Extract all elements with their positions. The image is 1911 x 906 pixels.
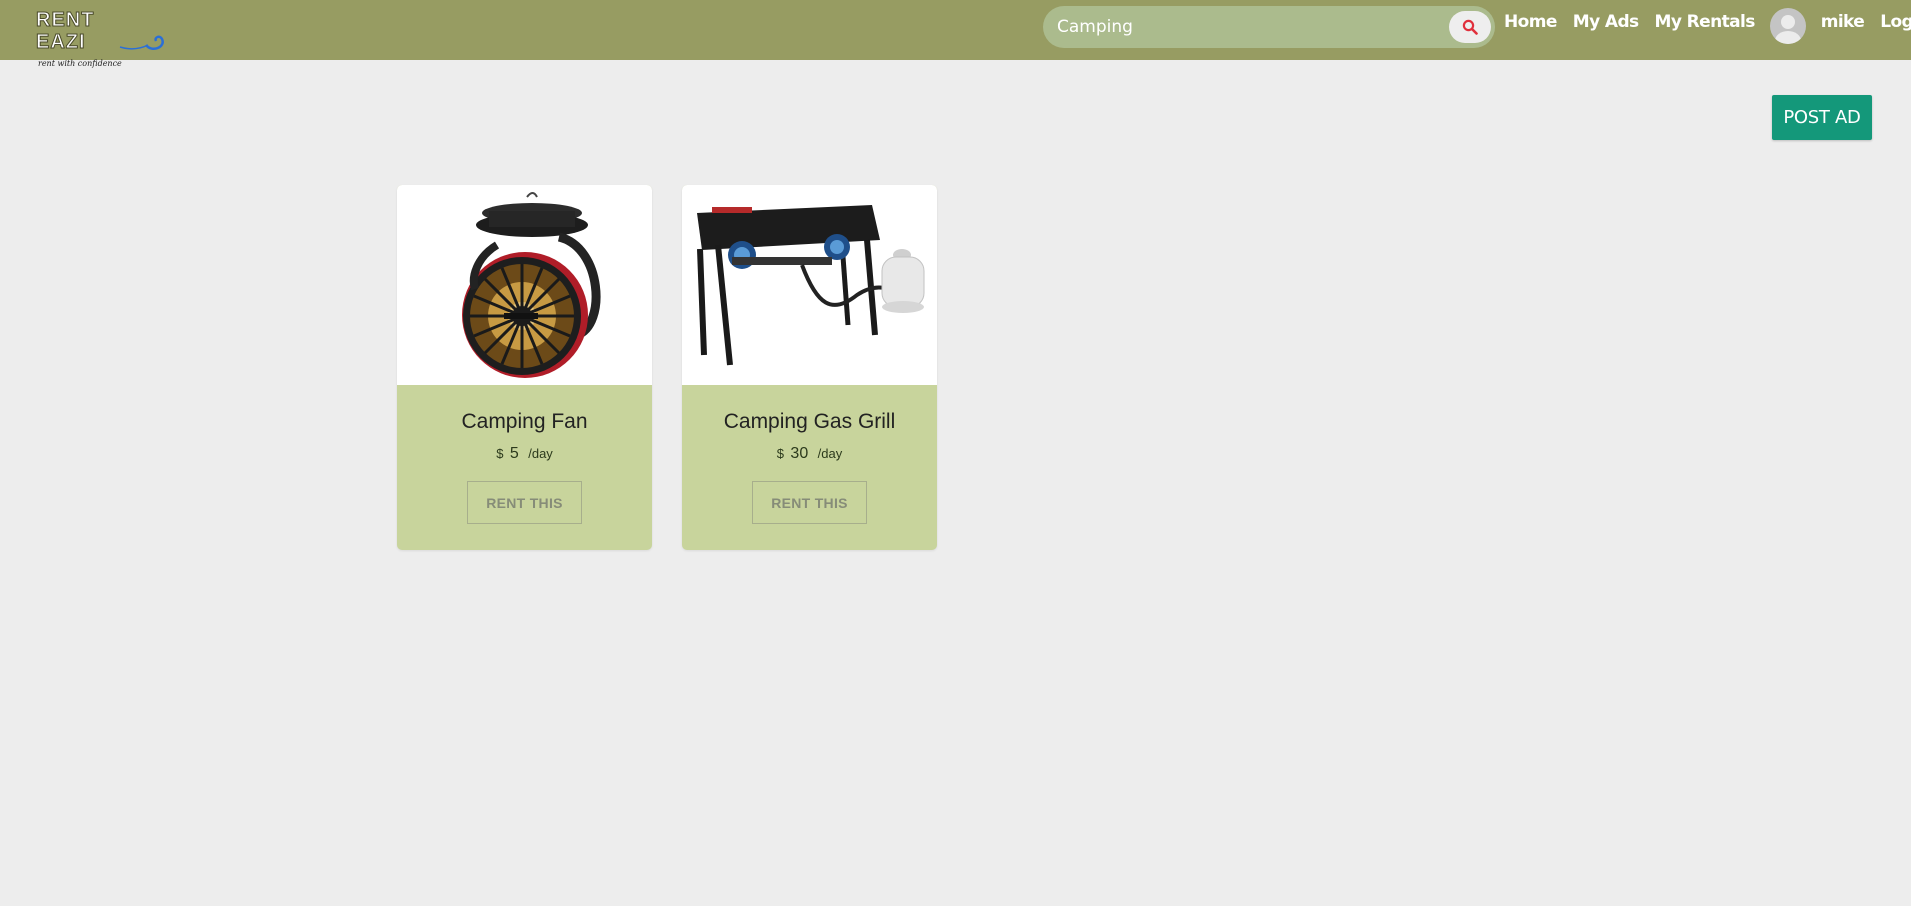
camping-fan-image	[462, 192, 601, 378]
nav-my-rentals-link[interactable]: My Rentals	[1655, 12, 1756, 32]
listing-title: Camping Fan	[461, 410, 588, 433]
price-currency: $	[776, 446, 784, 461]
search-input[interactable]	[1057, 6, 1437, 48]
logo[interactable]: RENT EAZI rent with confidence	[36, 9, 164, 68]
listing-card: Camping Gas Grill $ 30 /day RENT THIS	[682, 185, 937, 550]
listing-price: $ 5 /day	[397, 445, 652, 463]
rent-this-button[interactable]: RENT THIS	[467, 481, 582, 524]
price-currency: $	[496, 446, 504, 461]
nav-logout-link[interactable]: Logout	[1880, 12, 1911, 32]
avatar-person-icon	[1774, 15, 1801, 44]
listing-price: $ 30 /day	[682, 445, 937, 463]
search-bar	[1043, 6, 1495, 48]
search-button[interactable]	[1449, 11, 1491, 43]
price-unit: /day	[528, 446, 553, 461]
logo-swirl-icon	[119, 35, 164, 50]
nav-username[interactable]: mike	[1821, 12, 1865, 32]
price-amount: 30	[790, 445, 809, 462]
user-avatar[interactable]	[1769, 8, 1806, 44]
logo-tagline: rent with confidence	[38, 59, 122, 68]
listing-image[interactable]	[397, 185, 652, 385]
listing-card: Camping Fan $ 5 /day RENT THIS	[397, 185, 652, 550]
nav-links: Home My Ads My Rentals mike Logout	[1500, 0, 1911, 44]
price-amount: 5	[509, 445, 519, 462]
nav-home-link[interactable]: Home	[1504, 12, 1557, 32]
camping-gas-grill-image	[697, 205, 925, 366]
rent-this-button[interactable]: RENT THIS	[752, 481, 867, 524]
post-ad-button[interactable]: POST AD	[1772, 95, 1872, 140]
listing-title: Camping Gas Grill	[723, 410, 896, 433]
price-unit: /day	[817, 446, 843, 461]
navbar: RENT EAZI rent with confidence Home My A…	[0, 0, 1911, 68]
listing-image[interactable]	[682, 185, 937, 385]
nav-my-ads-link[interactable]: My Ads	[1573, 12, 1639, 32]
search-icon	[1462, 19, 1478, 35]
